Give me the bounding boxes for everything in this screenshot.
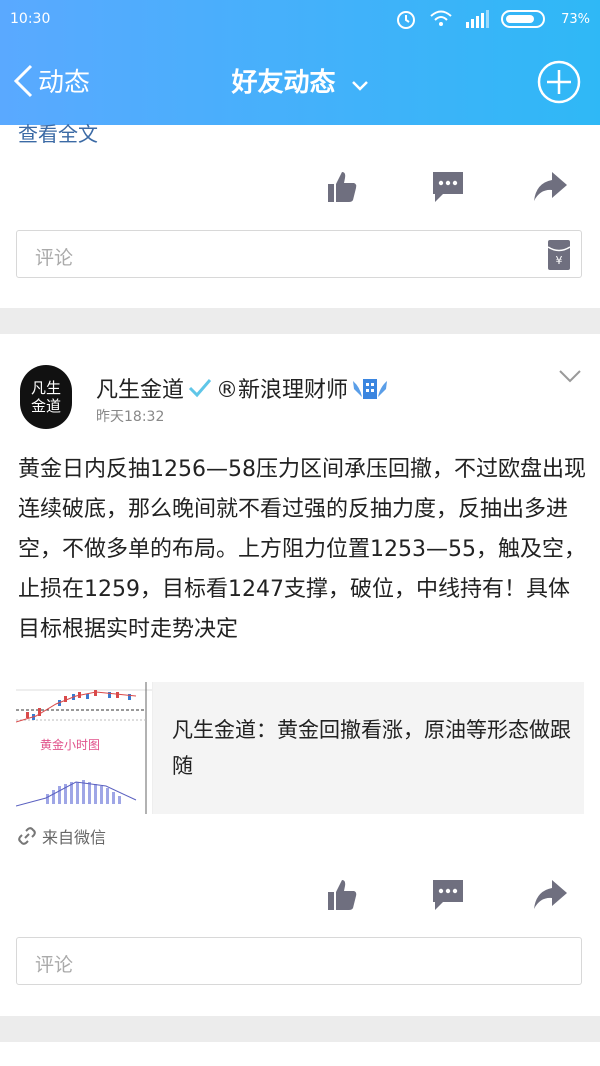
share-button[interactable]: [532, 878, 568, 916]
alarm-icon: [397, 11, 416, 29]
comment-input[interactable]: 评论 ¥: [16, 230, 582, 278]
author-name[interactable]: 凡生金道: [96, 372, 184, 404]
battery-icon: [501, 10, 546, 28]
share-card-title: 凡生金道：黄金回撤看涨，原油等形态做跟随: [172, 718, 571, 778]
share-card[interactable]: 黄金小时图 凡生金道：黄金回撤看涨，原油等形态做跟随: [16, 682, 584, 814]
comment-placeholder: 评论: [35, 954, 74, 976]
speech-bubble-icon: [433, 172, 463, 202]
share-card-thumbnail: 黄金小时图: [16, 682, 153, 814]
author-badge: ®新浪理财师: [216, 378, 349, 403]
post2-actions: [0, 878, 600, 918]
verified-check-icon: [188, 379, 212, 398]
post-body: 黄金日内反抽1256—58压力区间承压回撤，不过欧盘出现连续破底，那么晚间就不看…: [18, 457, 586, 642]
share-arrow-icon: [534, 880, 567, 909]
page-title-text: 好友动态: [231, 68, 336, 98]
feed-divider: [0, 308, 600, 334]
feed-divider: [0, 1016, 600, 1042]
author-row: 凡生金道 ®新浪理财师: [96, 372, 388, 404]
speech-bubble-icon: [433, 880, 463, 910]
red-packet-icon[interactable]: ¥: [547, 239, 571, 271]
status-bar: 10:30 73%: [0, 0, 600, 40]
page-title[interactable]: 好友动态: [0, 62, 600, 99]
battery-percent: 73%: [561, 11, 590, 27]
post1-actions: [0, 170, 600, 210]
comment-button[interactable]: [431, 170, 465, 208]
post-time: 昨天18:32: [96, 409, 165, 425]
source-text: 来自微信: [42, 828, 107, 847]
signal-icon: [466, 10, 490, 28]
read-more-link[interactable]: 查看全文: [18, 118, 98, 147]
chevron-down-icon: [559, 370, 581, 383]
thumbs-up-icon: [328, 172, 357, 202]
wifi-icon: [430, 10, 452, 26]
svg-text:¥: ¥: [556, 254, 563, 267]
like-button[interactable]: [326, 170, 358, 208]
post-source: 来自微信: [18, 824, 106, 848]
comment-button[interactable]: [431, 878, 465, 916]
nav-bar: 动态 好友动态: [0, 40, 600, 125]
building-badge-icon: [353, 379, 388, 399]
comment-placeholder: 评论: [35, 247, 74, 269]
avatar[interactable]: 凡生金道: [20, 365, 72, 429]
plus-circle-icon: [537, 60, 581, 104]
chevron-down-icon: [351, 69, 369, 99]
post-menu-button[interactable]: [558, 368, 582, 388]
status-icons: 73%: [395, 8, 590, 30]
thumbs-up-icon: [328, 880, 357, 910]
comment-input[interactable]: 评论: [16, 937, 582, 985]
like-button[interactable]: [326, 878, 358, 916]
share-button[interactable]: [532, 170, 568, 208]
top-header: 10:30 73% 动态 好友动态: [0, 0, 600, 125]
add-button[interactable]: [537, 60, 581, 108]
share-arrow-icon: [534, 172, 567, 201]
thumbnail-caption: 黄金小时图: [40, 738, 101, 752]
status-time: 10:30: [10, 11, 51, 27]
link-icon: [18, 827, 36, 845]
